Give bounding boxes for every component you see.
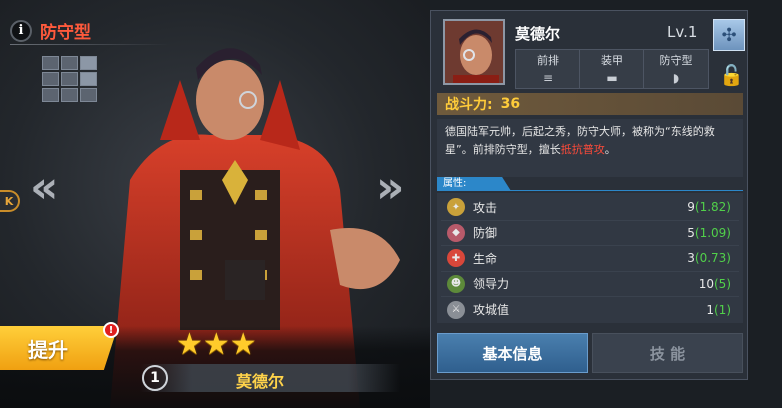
tab-skills[interactable]: 技 能 [592, 333, 743, 373]
attribute-row: ☻ 领导力 10(5) [441, 272, 739, 297]
tag-label: 防守型 [659, 54, 693, 67]
tag-role: 防守型 ◗ [643, 49, 709, 89]
upgrade-alert-badge: ! [103, 322, 119, 338]
tag-armor: 装甲 ▬ [579, 49, 645, 89]
attribute-name: 攻击 [473, 200, 498, 215]
power-value: 36 [500, 96, 521, 112]
attribute-row: ✦ 攻击 9(1.82) [441, 195, 739, 221]
attributes-header: 属性: [437, 177, 511, 191]
attribute-row: ✚ 生命 3(0.73) [441, 246, 739, 272]
attribute-name: 防御 [473, 226, 498, 241]
attribute-name: 领导力 [473, 277, 510, 292]
hero-info-panel: 莫德尔 Lv.1 ✣ 前排 ≡ 装甲 ▬ 防守型 ◗ 🔓 战斗力: 36 德国陆… [430, 10, 748, 380]
siege-icon: ⚔ [447, 300, 465, 319]
side-k-button[interactable]: K [0, 190, 20, 212]
shield-icon: ◗ [672, 71, 680, 85]
combat-power: 战斗力: 36 [437, 93, 743, 115]
attribute-value: 1(1) [706, 302, 731, 317]
defense-icon: ◆ [447, 223, 465, 242]
power-label: 战斗力: [445, 97, 493, 113]
tag-label: 装甲 [601, 54, 623, 67]
tag-position: 前排 ≡ [515, 49, 581, 89]
star-rating: ★★★ [176, 327, 257, 362]
attribute-row: ◆ 防御 5(1.09) [441, 221, 739, 246]
attribute-name: 攻城值 [473, 303, 510, 318]
info-icon[interactable]: i [10, 19, 32, 42]
attribute-name: 生命 [473, 251, 498, 266]
attribute-value: 3(0.73) [687, 251, 731, 266]
attribute-value: 9(1.82) [687, 200, 731, 215]
attribute-value: 10(5) [698, 276, 731, 291]
hero-description: 德国陆军元帅，后起之秀，防守大师，被称为“东线的救星”。前排防守型，擅长抵抗普攻… [437, 119, 743, 177]
attributes-divider [437, 190, 743, 191]
attack-icon: ✦ [447, 198, 465, 217]
attribute-value: 5(1.09) [687, 225, 731, 240]
hero-stage: i 防守型 « » K 提升 ! ★★★ 1 莫德尔 [0, 0, 430, 408]
description-end: 。 [604, 143, 616, 156]
hero-avatar [443, 19, 505, 85]
upgrade-button[interactable]: 提升 [0, 326, 118, 370]
health-icon: ✚ [447, 249, 465, 268]
next-hero-button[interactable]: » [376, 162, 404, 213]
tab-basic-info[interactable]: 基本信息 [437, 333, 588, 373]
leadership-icon: ☻ [447, 274, 465, 293]
hero-name-label: 莫德尔 [235, 372, 284, 391]
hero-level: Lv.1 [667, 23, 698, 41]
panel-tabs: 基本信息 技 能 [437, 333, 743, 373]
row-icon: ≡ [542, 71, 554, 85]
tank-icon: ▬ [606, 71, 618, 85]
tag-label: 前排 [537, 54, 559, 67]
description-highlight: 抵抗普攻 [560, 143, 605, 156]
prev-hero-button[interactable]: « [30, 162, 58, 213]
unlock-icon[interactable]: 🔓 [719, 63, 744, 87]
rank-circle: 1 [142, 365, 168, 391]
hero-name: 莫德尔 [515, 25, 561, 43]
attributes-list: ✦ 攻击 9(1.82) ◆ 防御 5(1.09) ✚ 生命 3(0.73) ☻… [437, 193, 743, 323]
attribute-row: ⚔ 攻城值 1(1) [441, 297, 739, 323]
dna-icon[interactable]: ✣ [713, 19, 745, 51]
